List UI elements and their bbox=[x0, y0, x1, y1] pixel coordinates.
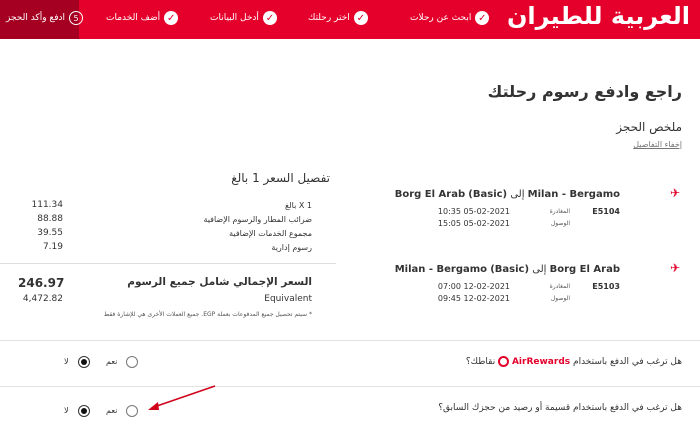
page-title: راجع وادفع رسوم رحلتك bbox=[487, 82, 682, 101]
step-pay-confirm[interactable]: 5 ادفع وأكد الحجز bbox=[6, 9, 84, 27]
voucher-no-radio[interactable] bbox=[78, 405, 90, 417]
plane-departure-icon: ✈ bbox=[669, 186, 680, 200]
equivalent-label: Equivalent bbox=[264, 294, 312, 304]
airrewards-brand-air: Air bbox=[511, 357, 527, 367]
check-circle-icon: ✓ bbox=[475, 11, 490, 25]
step-choose-flight[interactable]: ✓ اختر رحلتك bbox=[308, 9, 368, 27]
flight-destination: Milan - Bergamo bbox=[394, 264, 488, 275]
step-number-icon: 5 bbox=[69, 11, 84, 25]
step-label: أضف الخدمات bbox=[106, 13, 161, 23]
equivalent-value: 4,472.82 bbox=[22, 294, 63, 304]
fare-row-value: 7.19 bbox=[42, 242, 63, 252]
flight-origin: Borg El Arab bbox=[549, 264, 620, 275]
flight-destination: Borg El Arab bbox=[394, 189, 466, 200]
step-search-flights[interactable]: ✓ ابحث عن رحلات bbox=[410, 9, 490, 27]
step-add-services[interactable]: ✓ أضف الخدمات bbox=[106, 9, 179, 27]
airrewards-no-radio[interactable] bbox=[78, 356, 90, 368]
flight-connector: إلى bbox=[532, 264, 547, 275]
annotation-arrow-icon bbox=[148, 385, 216, 410]
flight-origin: Milan - Bergamo bbox=[527, 189, 620, 200]
airrewards-yes-radio[interactable] bbox=[126, 356, 138, 368]
flight-fare-class: (Basic) bbox=[468, 189, 508, 200]
airrewards-logo-icon bbox=[498, 356, 510, 367]
yes-label: نعم bbox=[106, 406, 118, 415]
question-text-end: نقاطك؟ bbox=[465, 357, 496, 367]
fare-row-value: 88.88 bbox=[37, 214, 63, 224]
fare-row-label: رسوم إدارية bbox=[271, 243, 312, 252]
fare-row-value: 39.55 bbox=[37, 228, 63, 238]
step-label: اختر رحلتك bbox=[308, 13, 350, 23]
total-price-value: 246.97 bbox=[18, 276, 65, 290]
currency-note: * سيتم تحصيل جميع المدفوعات بعملة EGP. ج… bbox=[103, 311, 312, 318]
flight-fare-class: (Basic) bbox=[490, 264, 530, 275]
arrival-label: الوصول bbox=[550, 220, 570, 227]
section-divider bbox=[0, 386, 700, 387]
departure-label: المغادرة bbox=[549, 283, 570, 290]
airrewards-question: هل ترغب في الدفع باستخدام AirRewards نقا… bbox=[466, 356, 682, 367]
airline-logo[interactable]: العربية للطيران bbox=[507, 2, 690, 30]
hide-details-link[interactable]: إخفاء التفاصيل bbox=[633, 140, 682, 149]
no-label: لا bbox=[64, 357, 69, 366]
flight-route: Borg El Arab إلى Milan - Bergamo (Basic) bbox=[395, 264, 620, 275]
yes-label: نعم bbox=[106, 357, 118, 366]
fare-breakdown-title: تفصيل السعر 1 بالغ bbox=[231, 171, 330, 185]
section-divider bbox=[0, 340, 700, 341]
departure-label: المغادرة bbox=[549, 208, 570, 215]
question-text: هل ترغب في الدفع باستخدام قسيمة أو رصيد … bbox=[438, 403, 682, 413]
check-circle-icon: ✓ bbox=[353, 11, 368, 25]
fare-row-label: مجموع الخدمات الإضافية bbox=[229, 229, 312, 238]
fare-row-label: ضرائب المطار والرسوم الإضافية bbox=[203, 215, 312, 224]
flight-connector: إلى bbox=[510, 189, 525, 200]
step-label: أدخل البيانات bbox=[210, 13, 259, 23]
departure-datetime: 07:00 12-02-2021 bbox=[437, 282, 510, 291]
flight-route: Milan - Bergamo إلى Borg El Arab (Basic) bbox=[395, 189, 620, 200]
check-circle-icon: ✓ bbox=[262, 11, 277, 25]
total-price-label: السعر الإجمالي شامل جميع الرسوم bbox=[127, 276, 312, 288]
airrewards-brand-rewards: Rewards bbox=[526, 357, 571, 367]
step-label: ادفع وأكد الحجز bbox=[6, 13, 66, 23]
question-text: هل ترغب في الدفع باستخدام bbox=[573, 357, 682, 367]
top-header: 5 ادفع وأكد الحجز ✓ أضف الخدمات ✓ أدخل ا… bbox=[0, 0, 700, 39]
fare-row-value: 111.34 bbox=[31, 200, 64, 210]
step-enter-details[interactable]: ✓ أدخل البيانات bbox=[210, 9, 277, 27]
plane-return-icon: ✈ bbox=[669, 261, 680, 275]
booking-summary-heading: ملخص الحجز bbox=[616, 120, 682, 134]
voucher-yes-radio[interactable] bbox=[126, 405, 138, 417]
arrival-label: الوصول bbox=[550, 295, 570, 302]
fare-divider bbox=[0, 263, 336, 264]
arrival-datetime: 09:45 12-02-2021 bbox=[437, 294, 510, 303]
voucher-question: هل ترغب في الدفع باستخدام قسيمة أو رصيد … bbox=[438, 403, 682, 413]
departure-datetime: 10:35 05-02-2021 bbox=[437, 207, 510, 216]
no-label: لا bbox=[64, 406, 69, 415]
arrival-datetime: 15:05 05-02-2021 bbox=[437, 219, 510, 228]
flight-number: E5103 bbox=[592, 282, 620, 291]
check-circle-icon: ✓ bbox=[164, 11, 179, 25]
step-label: ابحث عن رحلات bbox=[410, 13, 472, 23]
fare-row-label: 1 X بالغ bbox=[284, 201, 312, 210]
flight-number: E5104 bbox=[592, 207, 620, 216]
